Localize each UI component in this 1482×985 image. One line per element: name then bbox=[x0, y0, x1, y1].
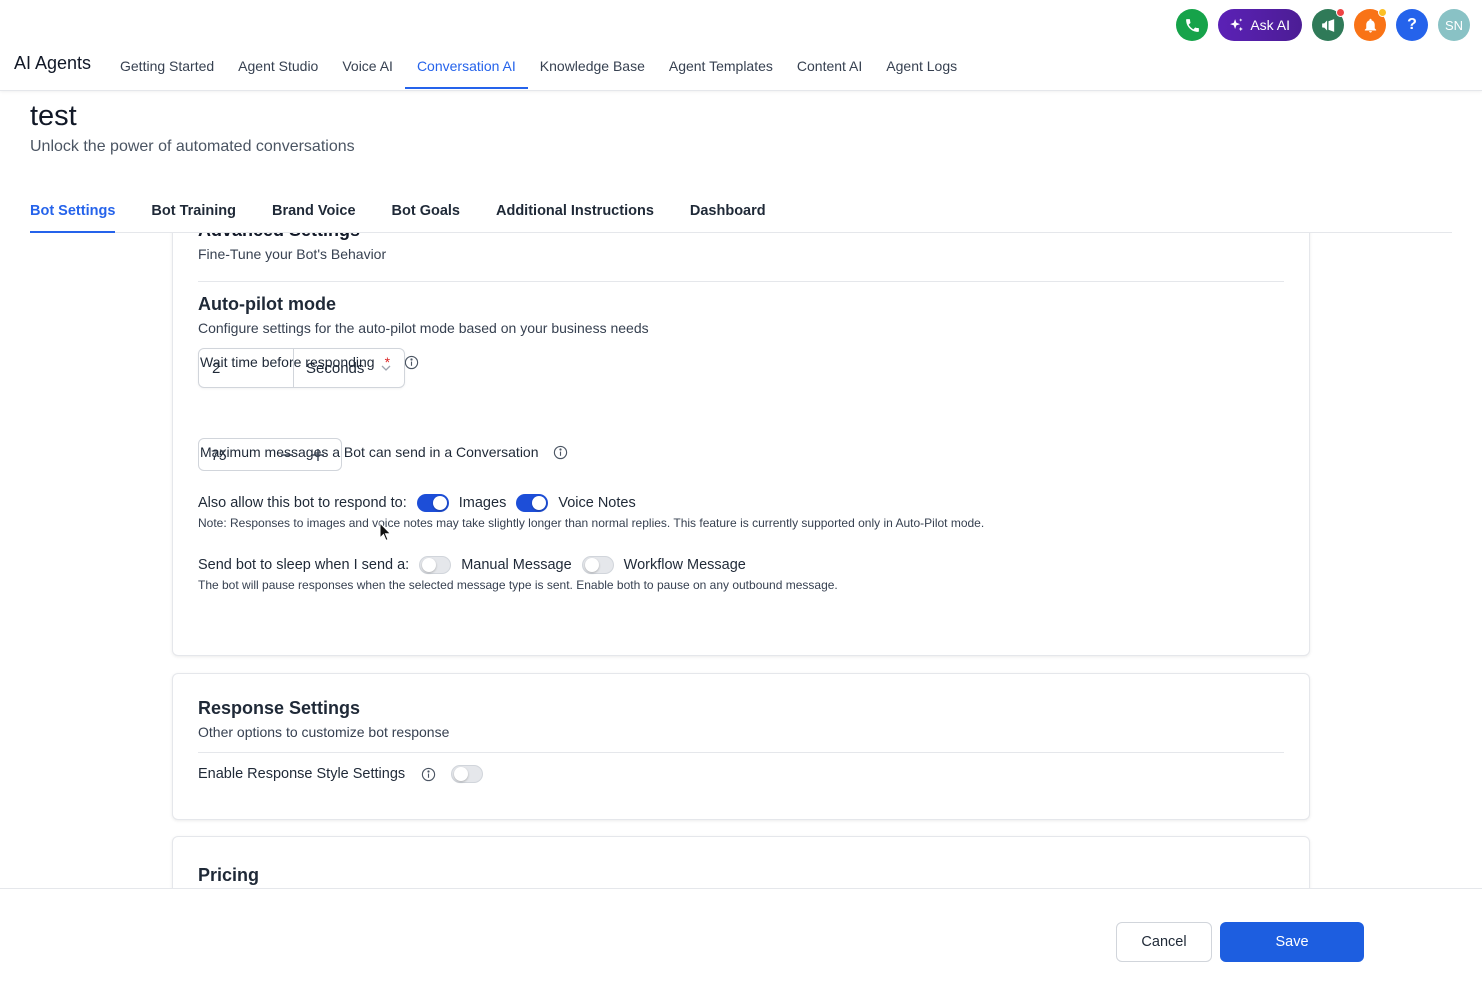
tab-bot-training[interactable]: Bot Training bbox=[151, 193, 236, 232]
sparkle-icon bbox=[1230, 17, 1244, 31]
response-style-label: Enable Response Style Settings bbox=[198, 766, 406, 782]
divider bbox=[198, 281, 1284, 282]
toggle-knob bbox=[454, 767, 469, 781]
images-toggle[interactable] bbox=[416, 494, 449, 512]
settings-content[interactable]: Advanced Settings Fine-Tune your Bot's B… bbox=[0, 233, 1482, 888]
divider bbox=[198, 752, 1284, 753]
toggle-knob bbox=[584, 558, 599, 572]
manual-message-toggle[interactable] bbox=[419, 556, 452, 574]
response-settings-title: Response Settings bbox=[198, 698, 361, 718]
header-actions: Ask AI ? SN bbox=[1176, 8, 1470, 41]
bot-tabs: Bot Settings Bot Training Brand Voice Bo… bbox=[30, 193, 1452, 233]
ask-ai-button[interactable]: Ask AI bbox=[1218, 9, 1302, 41]
toggle-knob bbox=[532, 496, 547, 510]
info-icon[interactable] bbox=[553, 445, 568, 460]
workflow-message-toggle[interactable] bbox=[581, 556, 614, 574]
nav-voice-ai[interactable]: Voice AI bbox=[330, 47, 405, 89]
toggle-knob bbox=[432, 496, 447, 510]
notification-dot bbox=[1336, 8, 1345, 17]
autopilot-title: Auto-pilot mode bbox=[198, 294, 336, 314]
cancel-button[interactable]: Cancel bbox=[1116, 922, 1212, 962]
top-header: Ask AI ? SN AI Agents Getting Started Ag… bbox=[0, 0, 1482, 91]
page-title: test bbox=[30, 100, 77, 132]
action-footer: Cancel Save bbox=[0, 888, 1482, 985]
announcements-button[interactable] bbox=[1312, 8, 1345, 41]
nav-knowledge-base[interactable]: Knowledge Base bbox=[528, 47, 657, 89]
chevron-down-icon bbox=[381, 365, 391, 371]
nav-agent-templates[interactable]: Agent Templates bbox=[657, 47, 785, 89]
decrement-button[interactable] bbox=[271, 439, 302, 470]
megaphone-icon bbox=[1321, 18, 1334, 32]
mouse-cursor-icon bbox=[379, 522, 392, 542]
advanced-settings-subtitle: Fine-Tune your Bot's Behavior bbox=[198, 246, 387, 262]
toggle-knob bbox=[422, 558, 437, 572]
wait-time-input[interactable] bbox=[199, 349, 294, 387]
info-icon[interactable] bbox=[421, 767, 436, 782]
manual-message-label: Manual Message bbox=[461, 557, 572, 573]
response-settings-card: Response Settings Other options to custo… bbox=[172, 673, 1310, 820]
nav-conversation-ai[interactable]: Conversation AI bbox=[404, 47, 528, 89]
tab-bot-goals[interactable]: Bot Goals bbox=[392, 193, 460, 232]
respond-to-row: Also allow this bot to respond to: Image… bbox=[198, 494, 636, 512]
notification-dot bbox=[1378, 8, 1387, 17]
info-icon[interactable] bbox=[404, 355, 419, 370]
nav-agent-studio[interactable]: Agent Studio bbox=[226, 47, 330, 89]
brand-title: AI Agents bbox=[14, 53, 92, 73]
tab-brand-voice[interactable]: Brand Voice bbox=[272, 193, 356, 232]
notifications-button[interactable] bbox=[1354, 8, 1387, 41]
increment-button[interactable] bbox=[302, 439, 333, 470]
voice-notes-toggle[interactable] bbox=[516, 494, 549, 512]
voice-notes-label: Voice Notes bbox=[558, 495, 636, 511]
plus-icon bbox=[311, 448, 324, 461]
ask-ai-label: Ask AI bbox=[1250, 17, 1290, 33]
tab-dashboard[interactable]: Dashboard bbox=[690, 193, 766, 232]
help-button[interactable]: ? bbox=[1396, 9, 1428, 41]
pricing-title: Pricing bbox=[198, 865, 260, 885]
images-label: Images bbox=[458, 495, 507, 511]
sleep-row: Send bot to sleep when I send a: Manual … bbox=[198, 556, 746, 574]
max-messages-stepper bbox=[198, 438, 342, 471]
sleep-note: The bot will pause responses when the se… bbox=[198, 578, 838, 592]
minus-icon bbox=[280, 453, 293, 456]
advanced-settings-title: Advanced Settings bbox=[198, 233, 360, 241]
main-nav: Getting Started Agent Studio Voice AI Co… bbox=[108, 47, 969, 89]
respond-note: Note: Responses to images and voice note… bbox=[198, 516, 985, 530]
tab-additional-instructions[interactable]: Additional Instructions bbox=[496, 193, 654, 232]
response-style-row: Enable Response Style Settings bbox=[198, 765, 484, 783]
advanced-settings-card: Advanced Settings Fine-Tune your Bot's B… bbox=[172, 233, 1310, 656]
workflow-message-label: Workflow Message bbox=[623, 557, 746, 573]
wait-time-group: Seconds bbox=[198, 348, 405, 388]
autopilot-subtitle: Configure settings for the auto-pilot mo… bbox=[198, 320, 649, 336]
phone-button[interactable] bbox=[1176, 9, 1209, 41]
avatar-initials: SN bbox=[1444, 17, 1464, 33]
max-messages-input[interactable] bbox=[199, 439, 271, 470]
nav-getting-started[interactable]: Getting Started bbox=[108, 47, 226, 89]
tab-bot-settings[interactable]: Bot Settings bbox=[30, 193, 116, 233]
help-icon: ? bbox=[1407, 16, 1417, 33]
wait-unit-select[interactable]: Seconds bbox=[294, 349, 404, 387]
bell-icon bbox=[1364, 18, 1376, 33]
sleep-label: Send bot to sleep when I send a: bbox=[198, 557, 410, 573]
save-button[interactable]: Save bbox=[1220, 922, 1364, 962]
nav-agent-logs[interactable]: Agent Logs bbox=[874, 47, 969, 89]
phone-icon bbox=[1185, 18, 1199, 32]
page-subtitle: Unlock the power of automated conversati… bbox=[30, 138, 355, 155]
wait-unit-value: Seconds bbox=[306, 359, 365, 377]
response-style-toggle[interactable] bbox=[451, 765, 484, 783]
respond-to-label: Also allow this bot to respond to: bbox=[198, 495, 407, 511]
pricing-card: Pricing bbox=[172, 836, 1310, 888]
avatar[interactable]: SN bbox=[1438, 9, 1470, 41]
response-settings-subtitle: Other options to customize bot response bbox=[198, 724, 450, 740]
nav-content-ai[interactable]: Content AI bbox=[785, 47, 874, 89]
